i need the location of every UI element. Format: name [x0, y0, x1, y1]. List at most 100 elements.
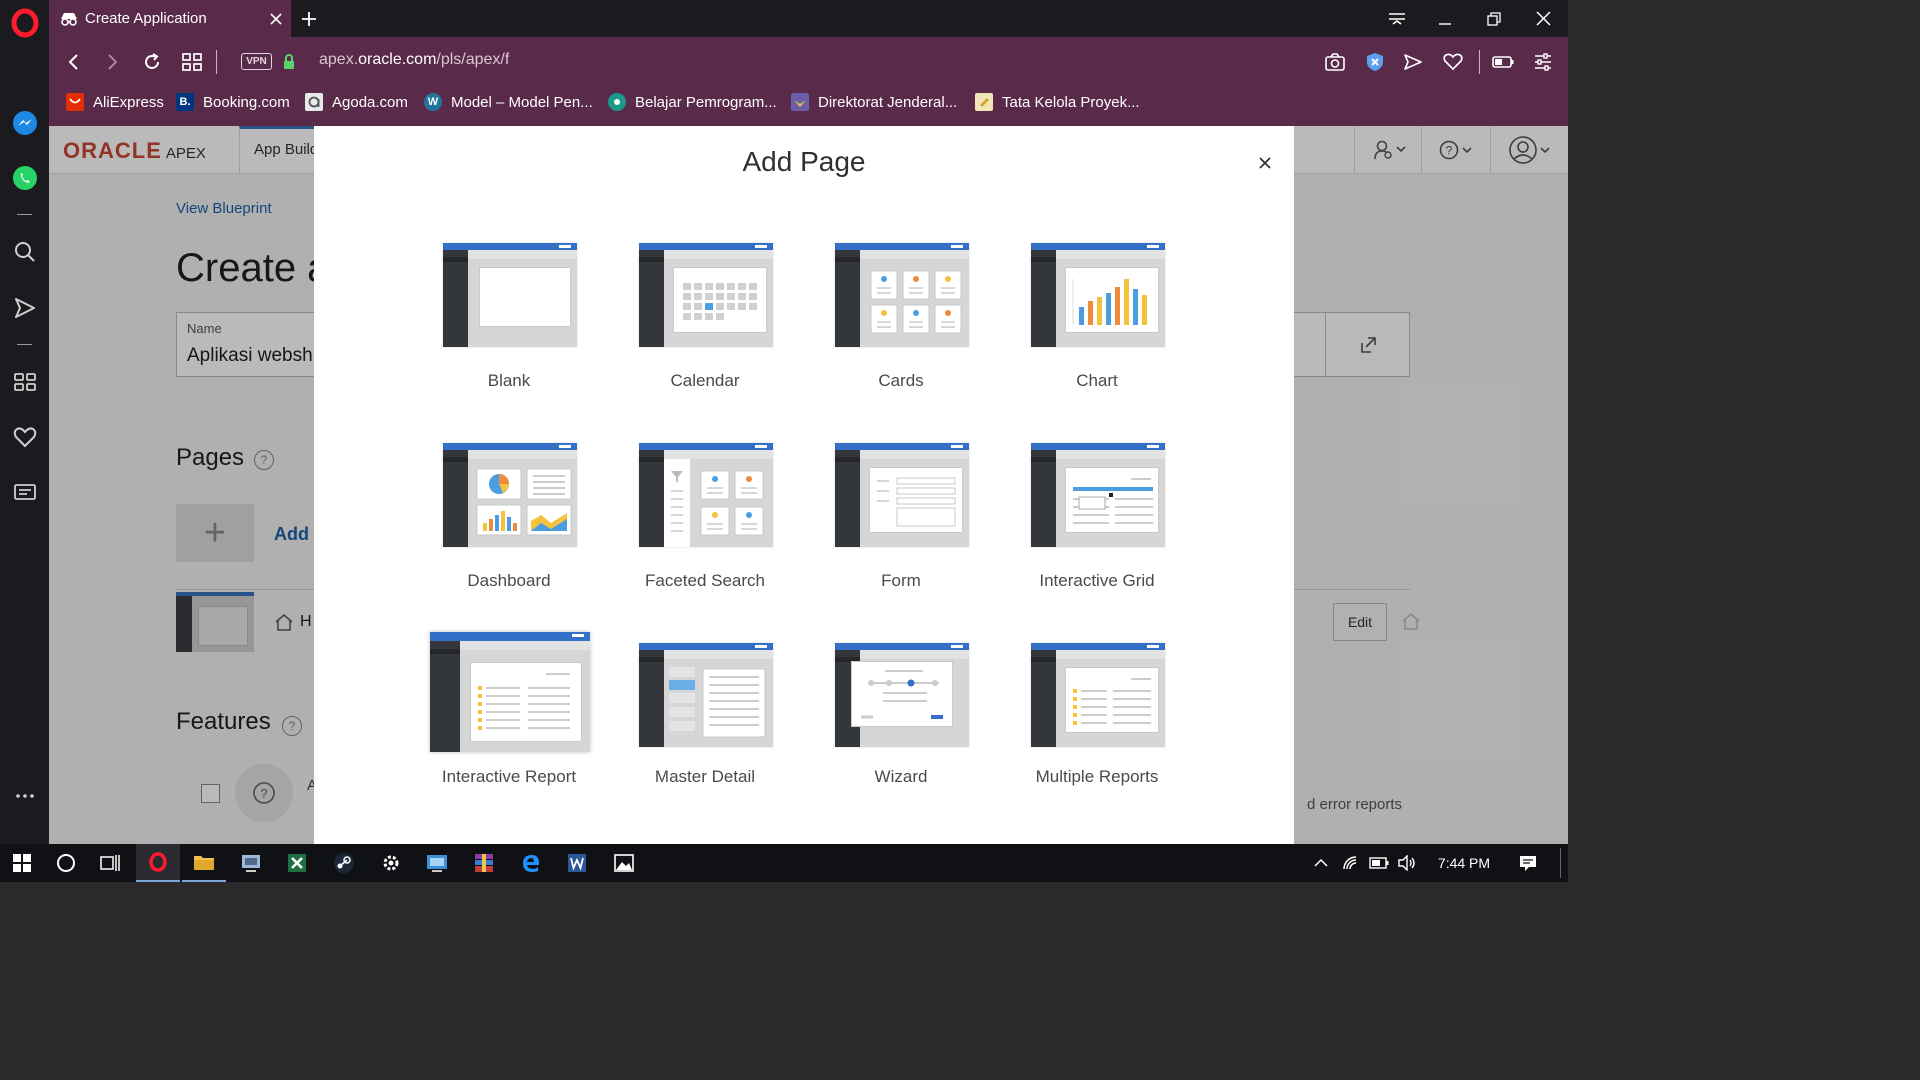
bookmark-label: Belajar Pemrogram... [635, 93, 777, 111]
bookmark-direktorat[interactable]: Direktorat Jenderal... [791, 87, 957, 117]
address-separator [216, 50, 217, 74]
messenger-icon[interactable] [0, 110, 49, 136]
page-type-interactive-grid[interactable]: Interactive Grid [999, 433, 1195, 633]
page-type-label: Chart [1076, 371, 1118, 390]
bookmark-aliexpress[interactable]: AliExpress [66, 87, 164, 117]
bookmark-label: Direktorat Jenderal... [818, 93, 958, 111]
adblock-shield-icon[interactable] [1361, 37, 1389, 87]
dialog-title: Add Page [742, 146, 866, 177]
bookmark-label: AliExpress [93, 93, 164, 111]
winrar-icon[interactable] [462, 844, 506, 882]
flow-send-icon[interactable] [1399, 37, 1427, 87]
close-window-icon[interactable] [1519, 0, 1567, 37]
bookmark-heart-icon[interactable] [1439, 37, 1467, 87]
steam-icon[interactable] [322, 844, 366, 882]
page-type-calendar[interactable]: Calendar [607, 233, 803, 433]
wifi-icon[interactable] [1338, 844, 1364, 882]
chart-page-icon [1031, 243, 1165, 347]
note-icon [975, 93, 993, 111]
easy-setup-icon[interactable] [1529, 37, 1557, 87]
form-page-icon [835, 443, 969, 547]
page-type-blank[interactable]: Blank [411, 233, 607, 433]
new-tab-icon[interactable] [299, 0, 319, 37]
tabs-grid-icon[interactable] [177, 37, 207, 87]
lock-icon[interactable] [279, 37, 299, 87]
bookmark-label: Agoda.com [332, 93, 408, 111]
bookmark-booking[interactable]: B. Booking.com [176, 87, 290, 117]
private-tab-icon [59, 11, 79, 27]
sidebar-separator [17, 344, 32, 345]
bookmark-label: Booking.com [203, 93, 290, 111]
speed-dial-icon[interactable] [0, 372, 49, 392]
page-type-chart[interactable]: Chart [999, 233, 1195, 433]
restore-icon[interactable] [1470, 0, 1518, 37]
cortana-search-icon[interactable] [44, 844, 88, 882]
task-view-icon[interactable] [88, 844, 132, 882]
camera-icon[interactable] [1321, 37, 1349, 87]
more-icon[interactable] [0, 786, 49, 806]
page-type-label: Multiple Reports [1035, 767, 1159, 786]
search-icon[interactable] [0, 240, 49, 264]
clock[interactable]: 7:44 PM [1424, 844, 1504, 882]
bookmark-tata-kelola[interactable]: Tata Kelola Proyek... [975, 87, 1140, 117]
reload-icon[interactable] [137, 37, 167, 87]
tab-create-application[interactable]: Create Application [49, 0, 291, 37]
page-type-wizard[interactable]: Wizard [803, 633, 999, 833]
page-type-form[interactable]: Form [803, 433, 999, 633]
battery-icon[interactable] [1366, 844, 1392, 882]
page-type-master-detail[interactable]: Master Detail [607, 633, 803, 833]
opera-taskbar-icon[interactable] [136, 844, 180, 882]
close-icon[interactable] [1250, 148, 1280, 178]
sidebar-separator [17, 214, 32, 215]
url-field[interactable]: apex.oracle.com/pls/apex/f [319, 51, 509, 69]
settings-gear-icon[interactable] [369, 844, 413, 882]
page-type-label: Blank [487, 371, 531, 390]
multiple-reports-page-icon [1031, 643, 1165, 747]
app-icon[interactable] [229, 844, 273, 882]
vpn-badge[interactable]: VPN [241, 53, 272, 70]
garuda-icon [791, 93, 809, 111]
action-center-icon[interactable] [1508, 844, 1548, 882]
page-type-dashboard[interactable]: Dashboard [411, 433, 607, 633]
booking-icon: B. [176, 93, 194, 111]
interactive-report-page-icon [430, 632, 590, 752]
url-path: /pls/apex/f [436, 51, 510, 68]
battery-saver-icon[interactable] [1489, 37, 1517, 87]
file-explorer-icon[interactable] [182, 844, 226, 882]
page-type-cards[interactable]: Cards [803, 233, 999, 433]
bookmark-agoda[interactable]: Agoda.com [305, 87, 408, 117]
bookmark-model[interactable]: W Model – Model Pen... [424, 87, 593, 117]
edge-icon[interactable] [509, 844, 553, 882]
bookmark-belajar[interactable]: Belajar Pemrogram... [608, 87, 777, 117]
interactive-grid-page-icon [1031, 443, 1165, 547]
heart-icon[interactable] [0, 426, 49, 448]
volume-icon[interactable] [1394, 844, 1420, 882]
close-tab-icon[interactable] [261, 12, 291, 25]
opera-logo-icon[interactable] [0, 8, 49, 38]
word-icon[interactable] [555, 844, 599, 882]
forward-icon[interactable] [97, 37, 127, 87]
page-type-label: Master Detail [654, 767, 756, 786]
news-icon[interactable] [0, 482, 49, 502]
control-panel-icon[interactable] [415, 844, 459, 882]
opera-sidebar [0, 0, 49, 844]
show-hidden-icons-icon[interactable] [1308, 844, 1334, 882]
back-icon[interactable] [59, 37, 89, 87]
excel-icon[interactable] [275, 844, 319, 882]
windows-start-icon[interactable] [0, 844, 44, 882]
page-type-multiple-reports[interactable]: Multiple Reports [999, 633, 1195, 833]
minimize-icon[interactable] [1421, 0, 1469, 37]
show-desktop-button[interactable] [1560, 848, 1561, 878]
send-icon[interactable] [0, 296, 49, 320]
page-type-faceted-search[interactable]: Faceted Search [607, 433, 803, 633]
page-type-label: Interactive Report [441, 767, 577, 786]
dashboard-page-icon [443, 443, 577, 547]
cards-page-icon [835, 243, 969, 347]
url-domain: oracle.com [358, 51, 437, 68]
tab-menu-icon[interactable] [1373, 0, 1421, 37]
page-type-label: Interactive Grid [1039, 571, 1155, 590]
whatsapp-icon[interactable] [0, 165, 49, 191]
page-type-label: Cards [878, 371, 924, 390]
page-type-interactive-report[interactable]: Interactive Report [411, 629, 607, 829]
photos-icon[interactable] [602, 844, 646, 882]
